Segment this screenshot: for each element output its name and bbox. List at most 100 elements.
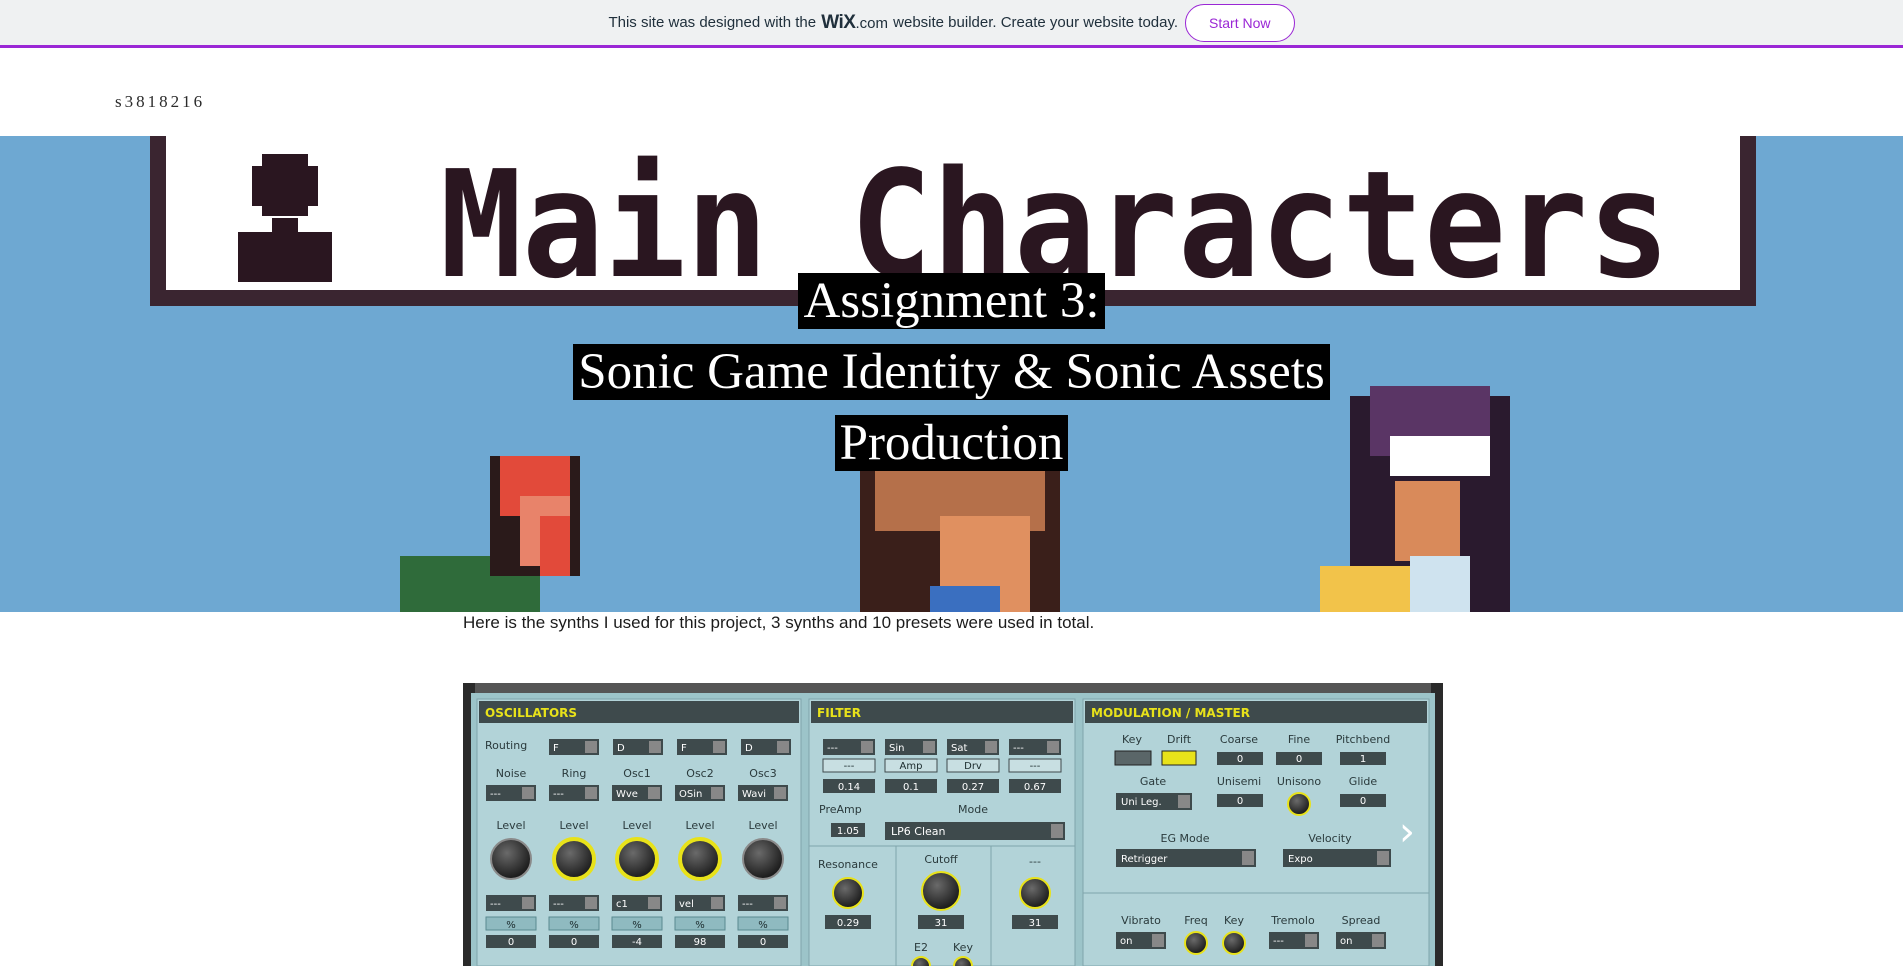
freq-knob bbox=[1184, 931, 1208, 955]
pitchbend-label: Pitchbend bbox=[1336, 733, 1390, 746]
glide-label: Glide bbox=[1349, 775, 1378, 788]
velocity-label: Velocity bbox=[1308, 832, 1352, 845]
spread-label: Spread bbox=[1342, 914, 1381, 927]
level-label: Level bbox=[622, 819, 651, 832]
cutoff-label: Cutoff bbox=[924, 853, 958, 866]
gate-label: Gate bbox=[1140, 775, 1167, 788]
start-now-button[interactable]: Start Now bbox=[1185, 3, 1295, 42]
routing-select: D bbox=[745, 743, 753, 754]
chevron-down-icon bbox=[648, 787, 660, 799]
resonance-label: Resonance bbox=[818, 858, 878, 871]
preamp-value: 1.05 bbox=[837, 826, 859, 837]
spread-select: on bbox=[1340, 936, 1352, 947]
unisono-knob bbox=[1287, 792, 1311, 816]
chevron-down-icon bbox=[777, 741, 789, 753]
mod-section-title: MODULATION / MASTER bbox=[1091, 706, 1250, 720]
wix-logo[interactable]: WiX.com bbox=[821, 12, 888, 34]
title-line-2: Sonic Game Identity & Sonic Assets bbox=[573, 344, 1330, 400]
synth-gallery[interactable]: OSCILLATORS Routing F D F D Noise --- Level --… bbox=[463, 683, 1443, 966]
velocity-select: Expo bbox=[1288, 854, 1313, 865]
percent-label: % bbox=[758, 920, 768, 931]
chevron-down-icon bbox=[585, 787, 597, 799]
glide-value: 0 bbox=[1360, 796, 1366, 807]
percent-label: % bbox=[632, 920, 642, 931]
filter-value: 0.27 bbox=[962, 782, 984, 793]
percent-label: % bbox=[506, 920, 516, 931]
routing-select: D bbox=[617, 743, 625, 754]
osc-select: Wavi bbox=[742, 789, 766, 800]
tremolo-label: Tremolo bbox=[1270, 914, 1315, 927]
percent-label: % bbox=[695, 920, 705, 931]
osc-mod-select: --- bbox=[553, 899, 564, 910]
level-label: Level bbox=[559, 819, 588, 832]
osc-column-label: Osc1 bbox=[623, 767, 650, 780]
level-label: Level bbox=[748, 819, 777, 832]
unisemi-label: Unisemi bbox=[1217, 775, 1261, 788]
chevron-down-icon bbox=[522, 787, 534, 799]
filter-mini-label: Amp bbox=[900, 761, 923, 772]
chevron-right-icon[interactable]: › bbox=[1392, 812, 1422, 852]
osc-columns: Noise --- Level ---% 0 Ring --- Level ---% 0 Osc1 W… bbox=[485, 767, 789, 948]
level-knob bbox=[615, 837, 659, 881]
coarse-value: 0 bbox=[1237, 754, 1243, 765]
egmode-label: EG Mode bbox=[1161, 832, 1210, 845]
egmode-select: Retrigger bbox=[1121, 854, 1168, 865]
coarse-label: Coarse bbox=[1220, 733, 1258, 746]
preamp-label: PreAmp bbox=[819, 803, 862, 816]
filter-mini-label: Drv bbox=[964, 761, 982, 772]
osc-select: OSin bbox=[679, 789, 702, 800]
wix-logo-main: WiX bbox=[821, 11, 856, 33]
osc-column-label: Ring bbox=[562, 767, 587, 780]
banner-text-before: This site was designed with the bbox=[608, 14, 817, 31]
site-name[interactable]: s3818216 bbox=[115, 92, 205, 112]
vibrato-label: Vibrato bbox=[1121, 914, 1161, 927]
routing-select: F bbox=[553, 743, 559, 754]
fine-label: Fine bbox=[1288, 733, 1311, 746]
level-knob bbox=[490, 838, 532, 880]
percent-label: % bbox=[569, 920, 579, 931]
osc-select: --- bbox=[490, 789, 501, 800]
synth-screenshot: OSCILLATORS Routing F D F D Noise --- Level --… bbox=[463, 683, 1443, 966]
chevron-down-icon bbox=[649, 741, 661, 753]
filter-mini-label: --- bbox=[1030, 761, 1041, 772]
filter-value: 0.67 bbox=[1024, 782, 1046, 793]
vibrato-key-knob bbox=[1222, 931, 1246, 955]
routing-label: Routing bbox=[485, 739, 527, 752]
cutoff-value: 31 bbox=[935, 918, 948, 929]
wix-promo-banner: This site was designed with the WiX.com … bbox=[0, 0, 1903, 48]
routing-select: F bbox=[681, 743, 687, 754]
osc-value: 0 bbox=[508, 937, 514, 948]
level-knob bbox=[552, 837, 596, 881]
chevron-down-icon bbox=[713, 741, 725, 753]
level-label: Level bbox=[496, 819, 525, 832]
resonance-value: 0.29 bbox=[837, 918, 859, 929]
hero-banner: Main Characters Assignment 3: Sonic Game… bbox=[0, 136, 1903, 612]
filter-third-value: 31 bbox=[1029, 918, 1042, 929]
osc-mod-select: --- bbox=[490, 899, 501, 910]
osc-select: --- bbox=[553, 789, 564, 800]
osc-section-title: OSCILLATORS bbox=[485, 706, 577, 720]
level-label: Level bbox=[685, 819, 714, 832]
chevron-down-icon bbox=[774, 897, 786, 909]
osc-column-label: Noise bbox=[496, 767, 527, 780]
freq-label: Freq bbox=[1184, 914, 1208, 927]
chevron-down-icon bbox=[861, 741, 873, 753]
filter-select: --- bbox=[827, 743, 838, 754]
chevron-down-icon bbox=[1047, 741, 1059, 753]
cutoff-knob bbox=[921, 871, 961, 911]
e2-label: E2 bbox=[914, 941, 928, 954]
synth-description: Here is the synths I used for this proje… bbox=[463, 613, 1095, 632]
drift-label: Drift bbox=[1167, 733, 1192, 746]
filter-select: Sat bbox=[951, 743, 967, 754]
filter-key-label: Key bbox=[953, 941, 973, 954]
title-line-1: Assignment 3: bbox=[798, 273, 1105, 329]
osc-mod-select: c1 bbox=[616, 899, 628, 910]
osc-select: Wve bbox=[616, 789, 638, 800]
unisemi-value: 0 bbox=[1237, 796, 1243, 807]
gate-select: Uni Leg. bbox=[1121, 797, 1162, 808]
osc-value: 0 bbox=[760, 937, 766, 948]
banner-text-after: website builder. Create your website tod… bbox=[893, 14, 1179, 31]
pitchbend-value: 1 bbox=[1360, 754, 1366, 765]
filter-value: 0.1 bbox=[903, 782, 919, 793]
chevron-down-icon bbox=[985, 741, 997, 753]
